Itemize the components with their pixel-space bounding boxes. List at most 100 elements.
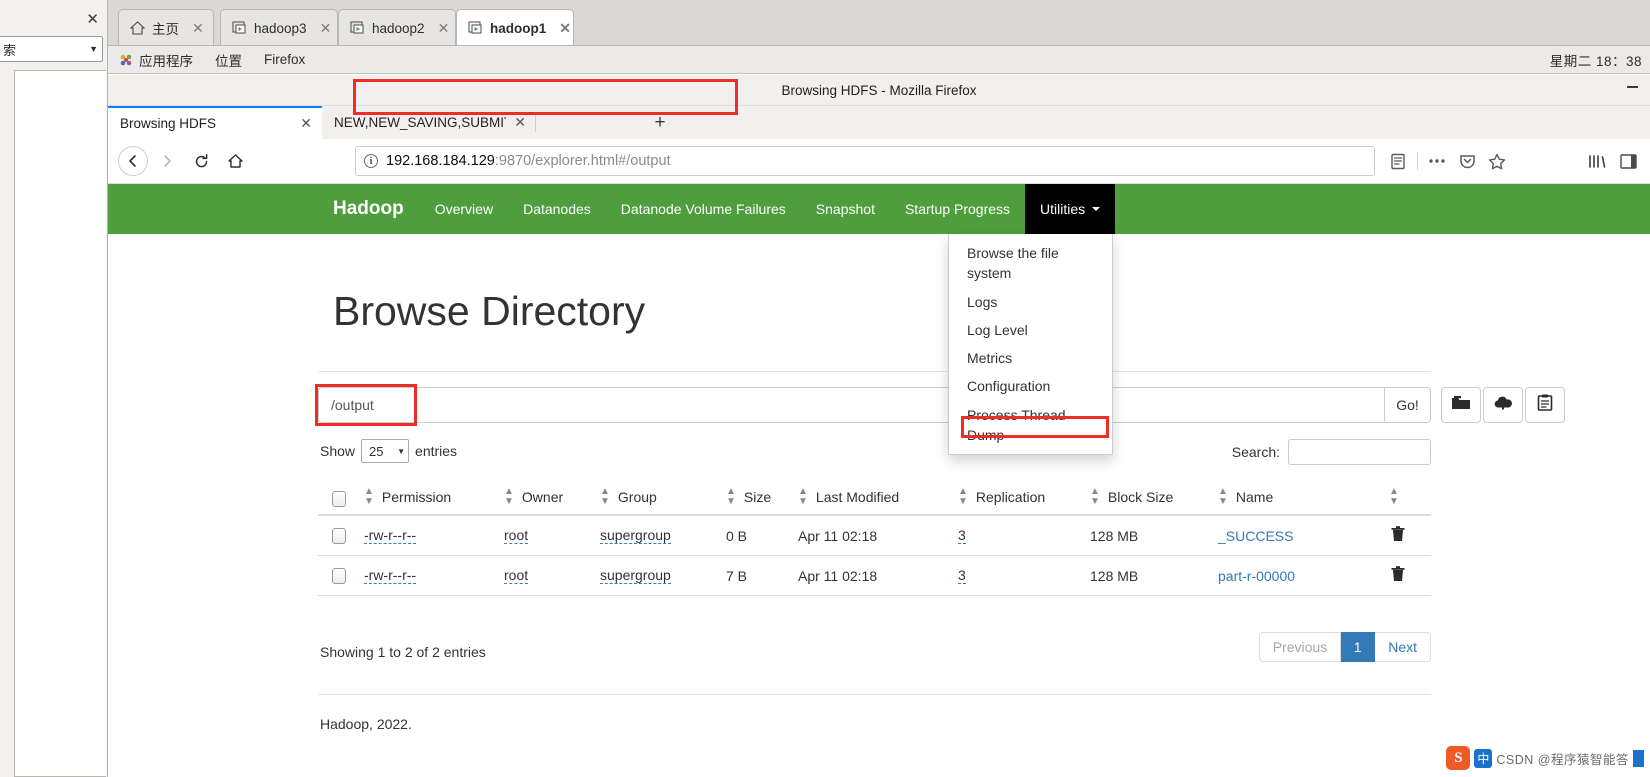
delete-button[interactable]: [1368, 566, 1428, 585]
cell-owner: root: [504, 567, 600, 584]
path-input-group: /output Go!: [318, 387, 1431, 423]
tab-divider: [535, 113, 536, 132]
url-bar[interactable]: i 192.168.184.129:9870/explorer.html#/ou…: [355, 146, 1375, 176]
column-header-permission[interactable]: ▲ ▼ Permission: [364, 487, 504, 514]
delete-button[interactable]: [1368, 526, 1428, 545]
new-tab-button[interactable]: +: [648, 112, 672, 134]
home-icon[interactable]: [220, 146, 250, 176]
menu-item-browse-the-file-system[interactable]: Browse the file system: [949, 239, 1112, 288]
back-icon[interactable]: [118, 146, 148, 176]
nav-link-overview[interactable]: Overview: [420, 184, 508, 234]
minimize-icon[interactable]: [1627, 86, 1638, 88]
permission-value[interactable]: -rw-r--r--: [364, 567, 417, 584]
content-divider-top: [318, 371, 1431, 372]
table-row[interactable]: -rw-r--r-- root supergroup 0 B Apr 11 02…: [318, 516, 1431, 556]
owner-value[interactable]: root: [504, 567, 529, 584]
browser-tab-browsing-hdfs[interactable]: Browsing HDFS ✕: [108, 106, 322, 139]
vm-tab-hadoop3[interactable]: hadoop3 ✕: [220, 9, 338, 46]
system-clock[interactable]: 星期二 18：38: [1550, 50, 1642, 70]
column-header-group[interactable]: ▲ ▼ Group: [600, 487, 726, 514]
sort-icon: ▲ ▼: [504, 486, 514, 507]
owner-value[interactable]: root: [504, 527, 529, 544]
background-window-left-strip: ✕ 索 ▼: [0, 0, 108, 777]
file-name-link[interactable]: part-r-00000: [1218, 568, 1295, 584]
gnome-places-menu[interactable]: 位置: [204, 50, 253, 70]
select-all-checkbox[interactable]: [332, 491, 346, 507]
upload-file-button[interactable]: [1483, 387, 1523, 423]
hadoop-brand[interactable]: Hadoop: [108, 184, 420, 234]
sidebar-icon[interactable]: [1614, 147, 1642, 175]
close-icon[interactable]: ✕: [320, 20, 332, 37]
close-icon[interactable]: ✕: [506, 114, 526, 131]
column-header-size[interactable]: ▲ ▼ Size: [726, 487, 798, 514]
vm-tab-home[interactable]: 主页 ✕: [118, 9, 214, 46]
nav-link-datanode-volume-failures[interactable]: Datanode Volume Failures: [606, 184, 801, 234]
pagination-page-1[interactable]: 1: [1341, 632, 1376, 662]
vm-tab-hadoop1[interactable]: hadoop1 ✕: [456, 9, 574, 46]
replication-value[interactable]: 3: [958, 567, 966, 584]
nav-link-datanodes[interactable]: Datanodes: [508, 184, 606, 234]
column-header-owner[interactable]: ▲ ▼ Owner: [504, 487, 600, 514]
pagination-next[interactable]: Next: [1375, 632, 1431, 662]
page-actions-icon[interactable]: [1422, 147, 1452, 175]
cut-paste-button[interactable]: [1525, 387, 1565, 423]
pagination-previous[interactable]: Previous: [1258, 632, 1342, 662]
close-icon[interactable]: ✕: [292, 115, 312, 132]
menu-item-logs[interactable]: Logs: [949, 288, 1112, 316]
forward-icon[interactable]: [152, 146, 182, 176]
column-header-name[interactable]: ▲ ▼ Name: [1218, 487, 1368, 514]
cell-name: part-r-00000: [1218, 568, 1368, 584]
group-value[interactable]: supergroup: [600, 527, 671, 544]
url-path: :9870/explorer.html#/output: [494, 153, 671, 169]
column-label: Size: [743, 489, 772, 505]
column-header-replication[interactable]: ▲ ▼ Replication: [958, 487, 1090, 514]
page-size-select[interactable]: 25 ▼: [361, 439, 410, 463]
cell-size: 7 B: [726, 567, 748, 584]
group-value[interactable]: supergroup: [600, 567, 671, 584]
column-header-last-modified[interactable]: ▲ ▼ Last Modified: [798, 487, 958, 514]
bookmark-star-icon[interactable]: [1482, 147, 1512, 175]
table-row[interactable]: -rw-r--r-- root supergroup 7 B Apr 11 02…: [318, 556, 1431, 596]
library-icon[interactable]: [1583, 147, 1611, 175]
file-name-link[interactable]: _SUCCESS: [1218, 528, 1293, 544]
nav-link-startup-progress[interactable]: Startup Progress: [890, 184, 1025, 234]
row-checkbox[interactable]: [332, 527, 346, 544]
nav-dropdown-utilities[interactable]: Utilities: [1025, 184, 1116, 234]
column-header-block-size[interactable]: ▲ ▼ Block Size: [1090, 487, 1218, 514]
sort-icon: ▲ ▼: [600, 486, 610, 507]
menu-item-process-thread-dump[interactable]: Process Thread Dump: [949, 401, 1112, 450]
cell-owner: root: [504, 527, 600, 544]
menu-item-log-level[interactable]: Log Level: [949, 316, 1112, 344]
vm-tab-hadoop2[interactable]: hadoop2 ✕: [338, 9, 456, 46]
column-label: Name: [1235, 489, 1274, 505]
new-directory-button[interactable]: [1441, 387, 1481, 423]
menu-item-metrics[interactable]: Metrics: [949, 344, 1112, 372]
pocket-icon[interactable]: [1452, 147, 1482, 175]
menu-item-configuration[interactable]: Configuration: [949, 372, 1112, 400]
reader-view-icon[interactable]: [1383, 147, 1413, 175]
close-icon[interactable]: ✕: [192, 20, 204, 37]
close-icon[interactable]: ✕: [559, 20, 571, 37]
nav-link-snapshot[interactable]: Snapshot: [801, 184, 890, 234]
gnome-firefox-menu[interactable]: Firefox: [253, 52, 316, 67]
close-icon[interactable]: ✕: [86, 12, 99, 27]
site-info-icon[interactable]: i: [364, 154, 378, 168]
home-icon: [130, 21, 145, 35]
reload-icon[interactable]: [186, 146, 216, 176]
sort-icon: ▲ ▼: [1218, 486, 1228, 507]
new-directory-icon: [1451, 395, 1471, 416]
search-input[interactable]: [1288, 439, 1431, 465]
permission-value[interactable]: -rw-r--r--: [364, 527, 417, 544]
browser-tab-new-new-saving-submit[interactable]: NEW,NEW_SAVING,SUBMIT ✕: [322, 106, 536, 139]
show-entries-control: Show 25 ▼ entries: [320, 439, 457, 463]
go-button[interactable]: Go!: [1384, 387, 1431, 423]
gnome-applications-menu[interactable]: 应用程序: [108, 50, 204, 70]
row-checkbox[interactable]: [332, 567, 346, 584]
background-combobox[interactable]: 索 ▼: [0, 36, 103, 62]
background-combobox-value: 索: [3, 42, 17, 58]
browser-tab-label: Browsing HDFS: [120, 116, 217, 131]
path-input[interactable]: /output: [318, 387, 1384, 423]
chevron-down-icon: ▼: [397, 446, 406, 456]
replication-value[interactable]: 3: [958, 527, 966, 544]
close-icon[interactable]: ✕: [438, 20, 450, 37]
